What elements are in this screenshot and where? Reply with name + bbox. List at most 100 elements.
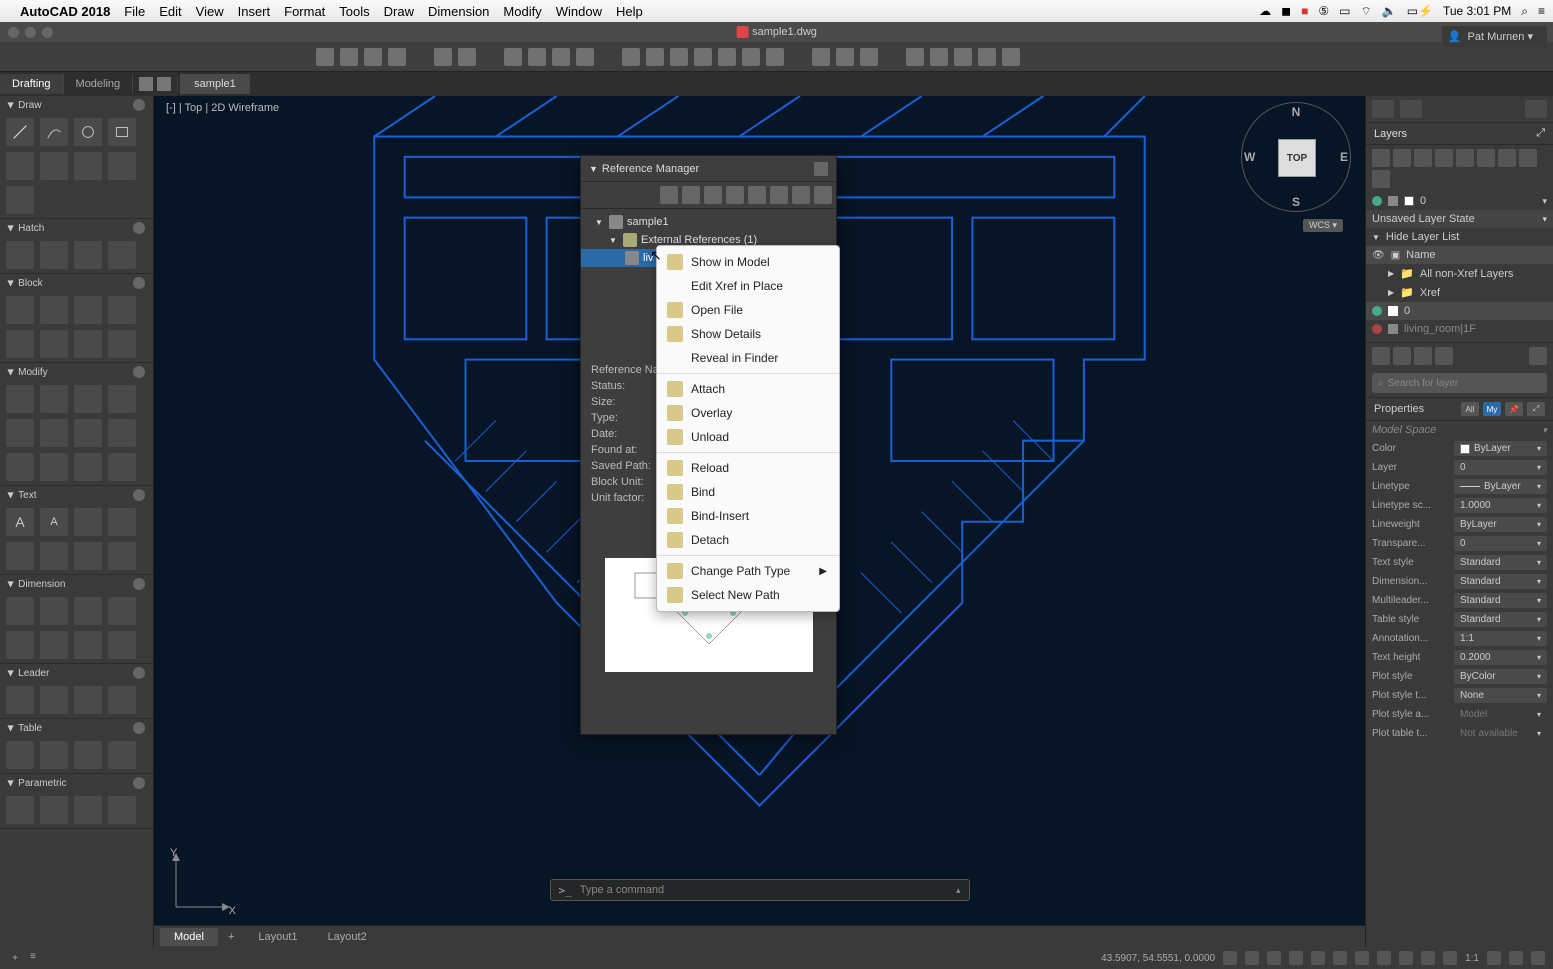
text-icon[interactable] [742,48,760,66]
ctx-open-file[interactable]: Open File [657,298,839,322]
layer-freeze-icon[interactable] [1414,149,1432,167]
param-mgr-tool[interactable] [108,796,136,824]
view-tree-icon[interactable] [792,186,810,204]
fillet-tool[interactable] [108,419,136,447]
clock[interactable]: Tue 3:01 PM [1443,4,1511,18]
palette-header-dimension[interactable]: ▶Dimension [0,575,153,593]
shield-icon[interactable]: ⑤ [1318,4,1329,18]
mirror-tool[interactable] [6,419,34,447]
extract-tool[interactable] [108,741,136,769]
menu-format[interactable]: Format [284,4,325,19]
prop-linetype-sc-[interactable]: Linetype sc...1.0000▾ [1366,496,1553,515]
grid-icon[interactable] [139,77,153,91]
viewcube-w[interactable]: W [1244,150,1255,164]
gear-icon[interactable] [133,777,145,789]
polyline-tool[interactable] [6,152,34,180]
layer-group[interactable]: ▶📁 All non-Xref Layers [1366,264,1553,283]
viewcube-n[interactable]: N [1292,105,1301,119]
menu-window[interactable]: Window [556,4,602,19]
dim-constraint-tool[interactable] [40,796,68,824]
wblock-tool[interactable] [6,330,34,358]
palette-header-hatch[interactable]: ▶Hatch [0,219,153,237]
aligned-dim-tool[interactable] [40,597,68,625]
menu-draw[interactable]: Draw [384,4,414,19]
props-all-tab[interactable]: All [1461,402,1479,416]
ctx-reveal-in-finder[interactable]: Reveal in Finder [657,346,839,370]
viewcube[interactable]: N S W E TOP WCS ▾ [1241,102,1351,232]
attach-img-icon[interactable] [682,186,700,204]
point-tool[interactable] [108,152,136,180]
viewcube-s[interactable]: S [1292,195,1300,209]
prop-plot-table-t-[interactable]: Plot table t...Not available▾ [1366,724,1553,743]
mleader-tool[interactable] [6,686,34,714]
sb-dyn-icon[interactable] [1355,951,1369,965]
pan-icon[interactable] [836,48,854,66]
sync-tool[interactable] [74,330,102,358]
add-workspace-icon[interactable] [157,77,171,91]
sb-scale[interactable]: 1:1 [1465,953,1479,964]
layer-off-icon[interactable] [1498,149,1516,167]
zoom-window-button[interactable] [42,27,53,38]
menu-dimension[interactable]: Dimension [428,4,489,19]
sb-clean-icon[interactable] [1509,951,1523,965]
linear-dim-tool[interactable] [6,597,34,625]
sb-osnap-icon[interactable] [1311,951,1325,965]
edit-block-tool[interactable] [74,296,102,324]
copy-icon[interactable] [552,48,570,66]
scale-text-tool[interactable] [40,542,68,570]
extend-tool[interactable] [108,385,136,413]
ctx-bind-insert[interactable]: Bind-Insert [657,504,839,528]
prop-layer[interactable]: Layer0▾ [1366,458,1553,477]
hide-layers-toggle[interactable]: ▼ Hide Layer List [1366,228,1553,246]
gear-icon[interactable] [133,489,145,501]
gear-icon[interactable] [133,277,145,289]
panel-tab-layers-icon[interactable] [1372,100,1394,118]
layer-filter-icon[interactable] [1372,347,1390,365]
circle-tool[interactable] [74,118,102,146]
prop-annotation-[interactable]: Annotation...1:1▾ [1366,629,1553,648]
auto-constrain-tool[interactable] [74,796,102,824]
arc-tool[interactable] [40,118,68,146]
tab-modeling[interactable]: Modeling [64,74,134,94]
prop-dimension-[interactable]: Dimension...Standard▾ [1366,572,1553,591]
viewcube-top[interactable]: TOP [1278,139,1316,177]
layer-icon[interactable] [646,48,664,66]
sb-fullscreen-icon[interactable] [1531,951,1545,965]
expand-icon[interactable]: ⤢ [1536,127,1545,140]
hatch-tool[interactable] [6,241,34,269]
cloud-icon[interactable]: ☁︎ [1259,4,1271,18]
attach-dwg-icon[interactable] [660,186,678,204]
layer-list-header[interactable]: 👁 ▣ Name [1366,246,1553,264]
paste-icon[interactable] [576,48,594,66]
diameter-dim-tool[interactable] [6,631,34,659]
region-tool[interactable] [108,241,136,269]
view-list-icon[interactable] [770,186,788,204]
zoom-icon[interactable] [812,48,830,66]
sb-snap-icon[interactable] [1245,951,1259,965]
panel-expand-icon[interactable] [1525,100,1547,118]
geo-constraint-tool[interactable] [6,796,34,824]
sb-ortho-icon[interactable] [1267,951,1281,965]
display-icon[interactable]: ▭ [1339,4,1350,18]
volume-icon[interactable]: 🔈 [1382,4,1397,18]
ctx-show-details[interactable]: Show Details [657,322,839,346]
menu-insert[interactable]: Insert [238,4,271,19]
props-expand-icon[interactable]: ⤢ [1527,402,1545,416]
gear-icon[interactable] [133,578,145,590]
gear-icon[interactable] [133,366,145,378]
find-tool[interactable] [6,542,34,570]
statusbar-customize-icon[interactable]: ≡ [30,951,36,965]
baseline-dim-tool[interactable] [108,631,136,659]
continue-dim-tool[interactable] [74,631,102,659]
sb-polar-icon[interactable] [1289,951,1303,965]
record-icon[interactable]: ■ [1301,4,1308,18]
ctx-change-path-type[interactable]: Change Path Type▶ [657,559,839,583]
panel-tab-props-icon[interactable] [1400,100,1422,118]
layer-unlock-icon[interactable] [1477,149,1495,167]
gradient-tool[interactable] [40,241,68,269]
scale-tool[interactable] [40,419,68,447]
add-layout-icon[interactable]: + [220,928,242,946]
search-icon[interactable]: ⌕ [1521,4,1528,19]
ctx-select-new-path[interactable]: Select New Path [657,583,839,607]
explode-tool[interactable] [108,453,136,481]
